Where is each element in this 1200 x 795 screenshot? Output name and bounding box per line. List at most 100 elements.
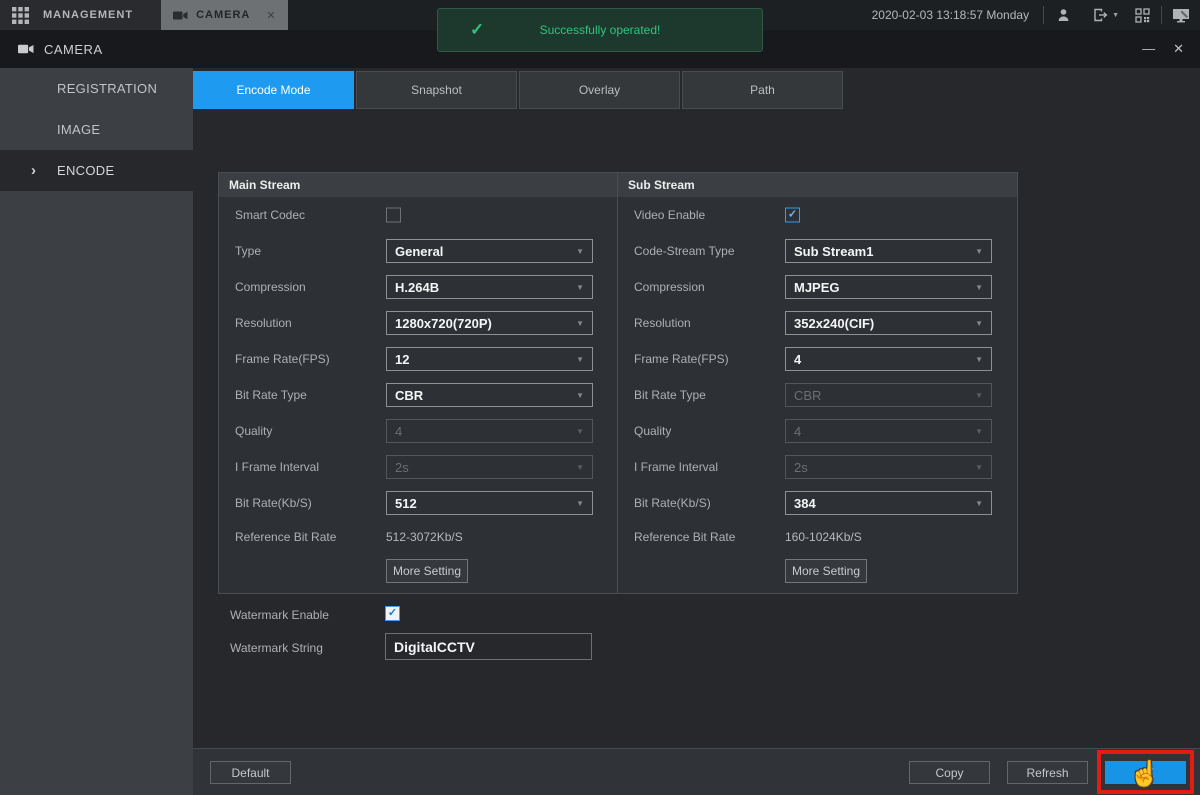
qr-code-icon[interactable]: [1123, 0, 1161, 30]
bit-rate-type-row: Bit Rate Type CBR ▼: [618, 377, 1017, 413]
bit-rate-select[interactable]: 512 ▼: [386, 491, 593, 515]
sidebar-item-encode[interactable]: › ENCODE: [0, 150, 193, 191]
button-label: OK: [1137, 766, 1154, 780]
footer-bar: Default Copy Refresh OK ☝: [193, 748, 1200, 795]
camera-tab[interactable]: CAMERA ✕: [161, 0, 288, 30]
tab-bar: Encode Mode Snapshot Overlay Path: [193, 71, 843, 109]
tab-label: Path: [750, 83, 775, 97]
frame-rate-row: Frame Rate(FPS) 4 ▼: [618, 341, 1017, 377]
frame-rate-select[interactable]: 4 ▼: [785, 347, 992, 371]
dropdown-caret-icon: ▼: [975, 427, 983, 436]
field-label: Reference Bit Rate: [634, 530, 735, 544]
minimize-icon[interactable]: —: [1142, 41, 1155, 57]
chevron-right-icon: ›: [31, 163, 36, 178]
bit-rate-row: Bit Rate(Kb/S) 512 ▼: [219, 485, 617, 521]
panel-title: Main Stream: [229, 178, 300, 192]
type-row: Type General ▼: [219, 233, 617, 269]
user-icon[interactable]: [1044, 0, 1082, 30]
refresh-button[interactable]: Refresh: [1007, 761, 1088, 784]
more-setting-row: More Setting: [219, 553, 617, 589]
sidebar-item-label: ENCODE: [57, 163, 114, 178]
button-label: Copy: [935, 766, 963, 780]
display-output-icon[interactable]: [1162, 0, 1200, 30]
compression-row: Compression H.264B ▼: [219, 269, 617, 305]
resolution-select[interactable]: 1280x720(720P) ▼: [386, 311, 593, 335]
smart-codec-row: Smart Codec ✓: [219, 197, 617, 233]
default-button[interactable]: Default: [210, 761, 291, 784]
tab-snapshot[interactable]: Snapshot: [356, 71, 517, 109]
quality-select: 4 ▼: [785, 419, 992, 443]
grid-menu-icon[interactable]: [12, 7, 29, 24]
more-setting-button[interactable]: More Setting: [785, 559, 867, 583]
field-label: Video Enable: [634, 208, 705, 222]
field-label: Frame Rate(FPS): [235, 352, 330, 366]
dropdown-caret-icon: ▼: [576, 319, 584, 328]
code-stream-type-select[interactable]: Sub Stream1 ▼: [785, 239, 992, 263]
compression-select[interactable]: MJPEG ▼: [785, 275, 992, 299]
tab-encode-mode[interactable]: Encode Mode: [193, 71, 354, 109]
button-label: More Setting: [393, 564, 461, 578]
more-setting-button[interactable]: More Setting: [386, 559, 468, 583]
field-label: Resolution: [634, 316, 691, 330]
watermark-enable-checkbox[interactable]: ✓: [385, 606, 400, 621]
sidebar-item-registration[interactable]: REGISTRATION: [0, 68, 193, 109]
select-value: 2s: [794, 460, 808, 475]
code-stream-type-row: Code-Stream Type Sub Stream1 ▼: [618, 233, 1017, 269]
panel-title: Sub Stream: [628, 178, 695, 192]
watermark-string-input[interactable]: [385, 633, 592, 660]
top-bar-right: 2020-02-03 13:18:57 Monday ▼: [872, 0, 1200, 30]
smart-codec-checkbox[interactable]: ✓: [386, 208, 401, 223]
field-label: Frame Rate(FPS): [634, 352, 729, 366]
ok-button[interactable]: OK: [1105, 761, 1186, 784]
select-value: 2s: [395, 460, 409, 475]
sidebar: REGISTRATION IMAGE › ENCODE: [0, 68, 193, 795]
field-label: Code-Stream Type: [634, 244, 735, 258]
select-value: 4: [794, 352, 801, 367]
copy-button[interactable]: Copy: [909, 761, 990, 784]
select-value: CBR: [794, 388, 821, 403]
select-value: General: [395, 244, 443, 259]
close-icon[interactable]: ✕: [1173, 41, 1184, 57]
video-enable-row: Video Enable ✓: [618, 197, 1017, 233]
field-label: Smart Codec: [235, 208, 305, 222]
frame-rate-select[interactable]: 12 ▼: [386, 347, 593, 371]
sidebar-item-label: IMAGE: [57, 122, 100, 137]
select-value: 512: [395, 496, 417, 511]
reference-bit-rate-value: 160-1024Kb/S: [785, 530, 992, 544]
resolution-row: Resolution 1280x720(720P) ▼: [219, 305, 617, 341]
tab-overlay[interactable]: Overlay: [519, 71, 680, 109]
management-menu[interactable]: MANAGEMENT: [0, 0, 161, 30]
logout-caret-icon[interactable]: ▼: [1112, 12, 1119, 19]
button-label: More Setting: [792, 564, 860, 578]
tab-close-icon[interactable]: ✕: [266, 9, 275, 22]
compression-row: Compression MJPEG ▼: [618, 269, 1017, 305]
dropdown-caret-icon: ▼: [576, 499, 584, 508]
field-label: I Frame Interval: [634, 460, 718, 474]
page-title: CAMERA: [44, 42, 103, 57]
more-setting-row: More Setting: [618, 553, 1017, 589]
select-value: CBR: [395, 388, 423, 403]
type-select[interactable]: General ▼: [386, 239, 593, 263]
select-value: 384: [794, 496, 816, 511]
dropdown-caret-icon: ▼: [975, 319, 983, 328]
bit-rate-row: Bit Rate(Kb/S) 384 ▼: [618, 485, 1017, 521]
button-label: Refresh: [1026, 766, 1068, 780]
watermark-enable-label: Watermark Enable: [230, 608, 329, 622]
field-label: Bit Rate(Kb/S): [235, 496, 312, 510]
tab-label: Overlay: [579, 83, 620, 97]
resolution-select[interactable]: 352x240(CIF) ▼: [785, 311, 992, 335]
sub-stream-header: Sub Stream: [618, 173, 1017, 197]
dropdown-caret-icon: ▼: [975, 247, 983, 256]
tab-path[interactable]: Path: [682, 71, 843, 109]
compression-select[interactable]: H.264B ▼: [386, 275, 593, 299]
bit-rate-select[interactable]: 384 ▼: [785, 491, 992, 515]
field-label: Reference Bit Rate: [235, 530, 336, 544]
sub-stream-panel: Sub Stream Video Enable ✓ Code-Stream Ty…: [618, 172, 1018, 594]
sidebar-item-image[interactable]: IMAGE: [0, 109, 193, 150]
select-value: Sub Stream1: [794, 244, 873, 259]
tab-label: Encode Mode: [236, 83, 310, 97]
select-value: 1280x720(720P): [395, 316, 492, 331]
video-enable-checkbox[interactable]: ✓: [785, 208, 800, 223]
dropdown-caret-icon: ▼: [576, 463, 584, 472]
bit-rate-type-select[interactable]: CBR ▼: [386, 383, 593, 407]
